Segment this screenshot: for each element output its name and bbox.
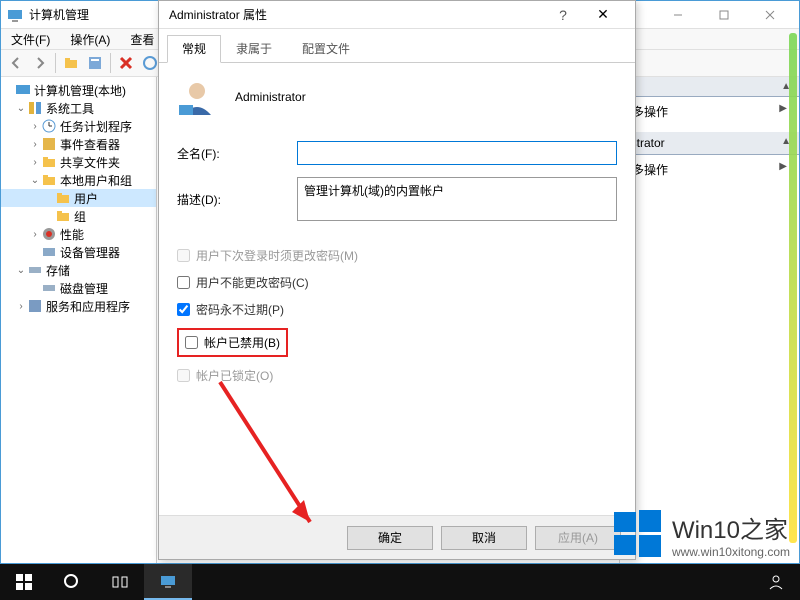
tree-storage[interactable]: ⌄存储	[1, 261, 156, 279]
dialog-title: Administrator 属性	[169, 6, 545, 23]
taskbar	[0, 564, 800, 600]
people-button[interactable]	[752, 564, 800, 600]
menu-action[interactable]: 操作(A)	[64, 29, 116, 50]
check-password-never-expires[interactable]: 密码永不过期(P)	[177, 301, 617, 318]
toolbar-up-button[interactable]	[60, 52, 82, 74]
watermark-brand: Win10之家	[672, 510, 790, 545]
checkbox-never-expires[interactable]	[177, 303, 190, 316]
checkbox-locked	[177, 369, 190, 382]
action-more-1[interactable]: 多操作▶	[620, 97, 799, 126]
tree-users[interactable]: 用户	[1, 189, 156, 207]
tree-groups[interactable]: 组	[1, 207, 156, 225]
description-input[interactable]	[297, 177, 617, 221]
task-view-button[interactable]	[96, 564, 144, 600]
actions-header-1: ▲	[620, 77, 799, 97]
tab-member-of[interactable]: 隶属于	[221, 35, 287, 62]
tree-services-apps[interactable]: ›服务和应用程序	[1, 297, 156, 315]
tab-general[interactable]: 常规	[167, 35, 221, 63]
tab-profile[interactable]: 配置文件	[287, 35, 365, 62]
chevron-right-icon: ▶	[779, 161, 787, 178]
description-label: 描述(D):	[177, 191, 297, 208]
dialog-button-row: 确定 取消 应用(A)	[159, 515, 635, 559]
dialog-titlebar: Administrator 属性 ? ✕	[159, 1, 635, 29]
tree-root[interactable]: 计算机管理(本地)	[1, 81, 156, 99]
tree-shared-folders[interactable]: ›共享文件夹	[1, 153, 156, 171]
search-button[interactable]	[48, 564, 96, 600]
check-cannot-change-password[interactable]: 用户不能更改密码(C)	[177, 274, 617, 291]
app-icon	[7, 7, 23, 23]
checkbox-cannot-change[interactable]	[177, 276, 190, 289]
close-button[interactable]	[747, 4, 793, 26]
fullname-input[interactable]	[297, 141, 617, 165]
highlight-annotation: 帐户已禁用(B)	[177, 328, 288, 357]
watermark-url: www.win10xitong.com	[672, 545, 790, 559]
cancel-button[interactable]: 取消	[441, 526, 527, 550]
start-button[interactable]	[0, 564, 48, 600]
menu-view[interactable]: 查看	[124, 29, 160, 50]
fullname-label: 全名(F):	[177, 145, 297, 162]
navigation-tree[interactable]: 计算机管理(本地) ⌄系统工具 ›任务计划程序 ›事件查看器 ›共享文件夹 ⌄本…	[1, 77, 157, 563]
toolbar-forward-button[interactable]	[29, 52, 51, 74]
toolbar-back-button[interactable]	[5, 52, 27, 74]
account-name: Administrator	[235, 90, 306, 104]
maximize-button[interactable]	[701, 4, 747, 26]
properties-dialog: Administrator 属性 ? ✕ 常规 隶属于 配置文件 Adminis…	[158, 0, 636, 560]
user-icon	[177, 77, 217, 117]
toolbar-delete-button[interactable]	[115, 52, 137, 74]
check-account-locked: 帐户已锁定(O)	[177, 367, 617, 384]
checkbox-account-disabled[interactable]	[185, 336, 198, 349]
dialog-close-button[interactable]: ✕	[581, 6, 625, 23]
chevron-right-icon: ▶	[779, 103, 787, 120]
tree-event-viewer[interactable]: ›事件查看器	[1, 135, 156, 153]
watermark: Win10之家 www.win10xitong.com	[612, 508, 790, 560]
taskbar-app-compmgmt[interactable]	[144, 564, 192, 600]
tree-performance[interactable]: ›性能	[1, 225, 156, 243]
tree-system-tools[interactable]: ⌄系统工具	[1, 99, 156, 117]
scrollbar-indicator	[789, 33, 797, 543]
check-must-change-password: 用户下次登录时须更改密码(M)	[177, 247, 617, 264]
apply-button[interactable]: 应用(A)	[535, 526, 621, 550]
tree-task-scheduler[interactable]: ›任务计划程序	[1, 117, 156, 135]
tree-device-manager[interactable]: 设备管理器	[1, 243, 156, 261]
actions-header-2: istrator▲	[620, 132, 799, 155]
action-more-2[interactable]: 多操作▶	[620, 155, 799, 184]
checkbox-must-change	[177, 249, 190, 262]
toolbar-properties-button[interactable]	[84, 52, 106, 74]
menu-file[interactable]: 文件(F)	[5, 29, 56, 50]
dialog-help-button[interactable]: ?	[545, 7, 581, 23]
minimize-button[interactable]	[655, 4, 701, 26]
ok-button[interactable]: 确定	[347, 526, 433, 550]
check-account-disabled-label: 帐户已禁用(B)	[204, 334, 280, 351]
tab-strip: 常规 隶属于 配置文件	[159, 29, 635, 63]
tree-local-users-groups[interactable]: ⌄本地用户和组	[1, 171, 156, 189]
dialog-body: Administrator 全名(F): 描述(D): 用户下次登录时须更改密码…	[159, 63, 635, 533]
actions-panel: ▲ 多操作▶ istrator▲ 多操作▶	[619, 77, 799, 563]
windows-logo-icon	[612, 508, 664, 560]
tree-disk-management[interactable]: 磁盘管理	[1, 279, 156, 297]
